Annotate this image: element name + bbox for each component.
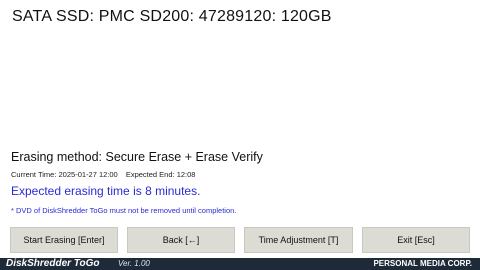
company-name: PERSONAL MEDIA CORP.	[373, 259, 472, 268]
erasing-method: Erasing method: Secure Erase + Erase Ver…	[11, 150, 263, 164]
time-info: Current Time: 2025-01-27 12:00 Expected …	[11, 170, 201, 179]
back-button[interactable]: Back [←]	[127, 227, 235, 253]
disk-title: SATA SSD: PMC SD200: 47289120: 120GB	[12, 8, 332, 25]
exit-button[interactable]: Exit [Esc]	[362, 227, 470, 253]
product-logo: DiskShredder ToGo	[6, 258, 100, 269]
dvd-notice: * DVD of DiskShredder ToGo must not be r…	[11, 206, 237, 215]
start-erasing-button[interactable]: Start Erasing [Enter]	[10, 227, 118, 253]
version-label: Ver. 1.00	[118, 259, 150, 268]
expected-end: Expected End: 12:08	[125, 170, 196, 179]
footer-bar: DiskShredder ToGo Ver. 1.00 PERSONAL MED…	[0, 258, 480, 270]
current-time: Current Time: 2025-01-27 12:00	[11, 170, 118, 179]
time-adjustment-button[interactable]: Time Adjustment [T]	[244, 227, 353, 253]
erase-estimate: Expected erasing time is 8 minutes.	[11, 184, 201, 198]
